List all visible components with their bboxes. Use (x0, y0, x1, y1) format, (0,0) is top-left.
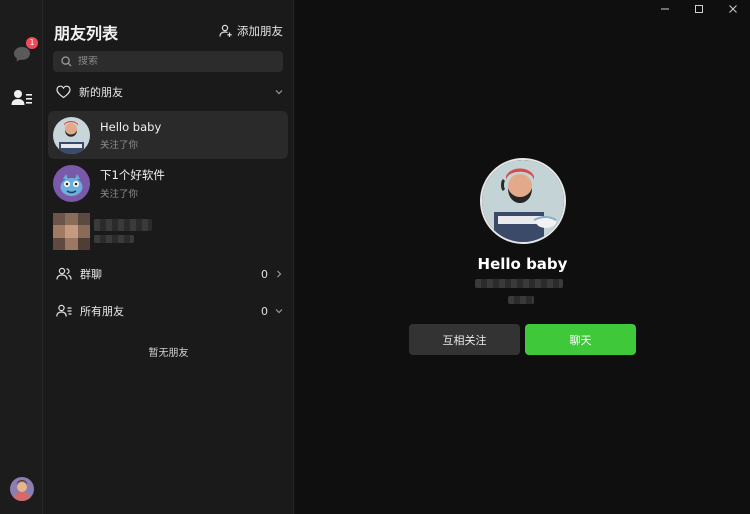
friend-avatar-image (53, 116, 90, 154)
groups-count: 0 (261, 267, 268, 281)
friends-panel: 朋友列表 添加朋友 新的朋友 (43, 0, 294, 514)
empty-friends-note: 暂无朋友 (148, 348, 189, 359)
profile-name: Hello baby (477, 255, 568, 273)
friend-avatar-image (53, 164, 90, 202)
new-friends-label: 新的朋友 (79, 86, 123, 99)
unread-badge: 1 (26, 37, 38, 49)
close-button[interactable] (716, 0, 750, 18)
search-input[interactable] (78, 56, 258, 67)
search-box[interactable] (53, 51, 283, 72)
close-icon (729, 5, 737, 13)
groups-row[interactable]: 群聊 0 (43, 263, 294, 285)
user-avatar-image (10, 477, 34, 501)
add-user-icon (219, 24, 232, 37)
all-friends-count: 0 (261, 304, 268, 318)
all-friends-row[interactable]: 所有朋友 0 (43, 300, 294, 322)
profile-avatar-image (482, 160, 564, 242)
search-icon (61, 56, 72, 67)
list-item-hello-baby[interactable]: Hello baby 关注了你 (48, 111, 288, 159)
friend-avatar (53, 116, 90, 154)
user-avatar[interactable] (10, 477, 34, 501)
heart-icon (56, 85, 71, 99)
friend-status: 关注了你 (100, 139, 139, 151)
mutual-follow-button[interactable]: 互相关注 (409, 324, 520, 355)
friend-avatar-redacted (53, 212, 90, 250)
maximize-icon (695, 5, 703, 13)
redacted-region (508, 296, 534, 304)
all-friends-label: 所有朋友 (80, 305, 124, 318)
profile-view: Hello baby 互相关注 聊天 (295, 0, 750, 514)
redacted-id (475, 279, 563, 288)
minimize-icon (661, 8, 669, 10)
add-friend-button[interactable]: 添加朋友 (219, 23, 283, 39)
contacts-list-icon (56, 304, 72, 317)
add-friend-label: 添加朋友 (237, 24, 283, 38)
contacts-icon (11, 90, 32, 105)
minimize-button[interactable] (648, 0, 682, 18)
friend-avatar (53, 164, 90, 202)
list-item-next-good-software[interactable]: 下1个好软件 关注了你 (48, 159, 288, 207)
window-controls (648, 0, 750, 18)
maximize-button[interactable] (682, 0, 716, 18)
friend-name: Hello baby (100, 119, 162, 134)
list-item-redacted[interactable] (48, 207, 288, 255)
friend-name: 下1个好软件 (100, 167, 165, 182)
contacts-nav-button[interactable] (10, 86, 34, 110)
mosaic-avatar-image (53, 212, 90, 250)
chat-nav-button[interactable]: 1 (10, 37, 38, 66)
left-rail: 1 (0, 0, 43, 514)
page-title: 朋友列表 (54, 24, 119, 43)
profile-avatar (480, 158, 566, 244)
redacted-info (94, 219, 152, 243)
groups-label: 群聊 (80, 268, 102, 281)
chevron-down-icon (275, 90, 283, 95)
chevron-down-icon (275, 309, 283, 314)
group-icon (56, 267, 72, 280)
chevron-right-icon (277, 270, 282, 278)
chat-button[interactable]: 聊天 (525, 324, 636, 355)
new-friends-row[interactable]: 新的朋友 (43, 81, 294, 103)
friend-status: 关注了你 (100, 188, 139, 200)
